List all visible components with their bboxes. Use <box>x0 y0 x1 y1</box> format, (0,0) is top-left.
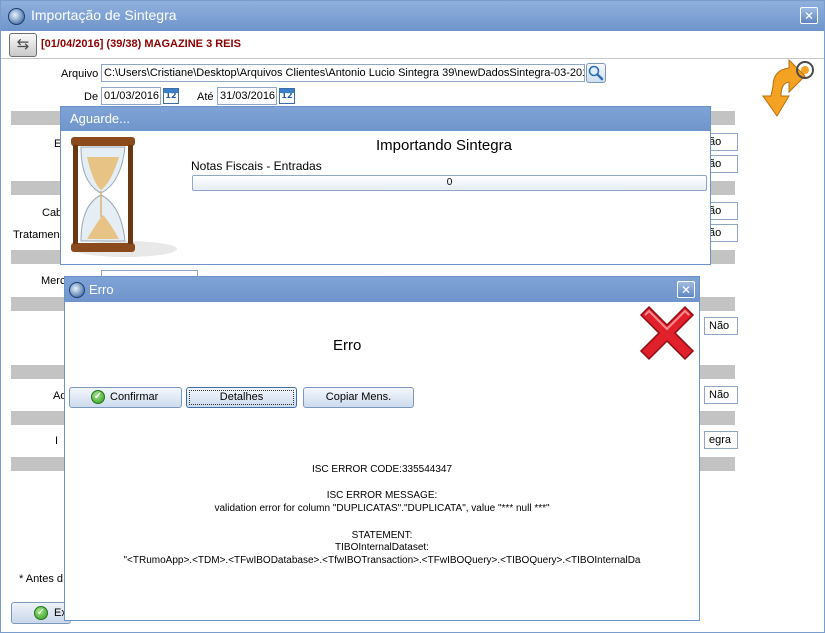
de-label: De <box>84 91 99 103</box>
partial-label: I <box>55 435 59 447</box>
header-row: ⇆ [01/04/2016] (39/38) MAGAZINE 3 REIS <box>1 31 824 59</box>
arquivo-label: Arquivo <box>61 68 99 80</box>
wait-titlebar: Aguarde... <box>61 107 710 131</box>
wait-title: Aguarde... <box>70 111 130 126</box>
confirmar-button-label: Confirmar <box>110 391 159 403</box>
confirmar-button[interactable]: ✓ Confirmar <box>69 387 182 408</box>
search-icon <box>588 65 604 81</box>
ate-label: Até <box>197 91 214 103</box>
check-icon: ✓ <box>91 390 105 404</box>
calendar-icon[interactable]: 12 <box>279 88 295 104</box>
error-message-body: validation error for column "DUPLICATAS"… <box>214 503 550 514</box>
copiar-mens-button[interactable]: Copiar Mens. <box>303 387 414 408</box>
partial-label: * Antes d <box>19 573 64 585</box>
partial-label: Tratamen <box>13 229 60 241</box>
hourglass-icon <box>71 137 177 257</box>
statement-title: STATEMENT: <box>351 530 413 541</box>
close-button[interactable]: ✕ <box>800 7 818 24</box>
check-icon: ✓ <box>34 606 48 620</box>
wait-heading: Importando Sintegra <box>376 137 512 154</box>
main-titlebar: Importação de Sintegra ✕ <box>1 1 824 31</box>
side-select[interactable]: Não <box>704 386 738 404</box>
red-x-icon <box>639 305 695 361</box>
app-icon <box>69 282 85 298</box>
error-close-button[interactable]: ✕ <box>677 281 695 298</box>
error-code: ISC ERROR CODE:335544347 <box>311 464 453 475</box>
error-dialog: Erro ✕ Erro ✓ Confirmar Detalhes Copiar … <box>64 276 700 621</box>
detalhes-button[interactable]: Detalhes <box>186 387 297 408</box>
error-heading: Erro <box>333 337 362 354</box>
statement-chain: "<TRumoApp>.<TDM>.<TFwIBODatabase>.<TfwI… <box>123 555 641 566</box>
window-title: Importação de Sintegra <box>31 7 177 23</box>
search-button[interactable] <box>586 63 606 83</box>
side-select[interactable]: egra <box>704 431 738 449</box>
error-title: Erro <box>89 282 114 297</box>
company-header: [01/04/2016] (39/38) MAGAZINE 3 REIS <box>41 38 241 50</box>
app-icon <box>8 8 25 25</box>
arquivo-input[interactable]: C:\Users\Cristiane\Desktop\Arquivos Clie… <box>101 64 585 82</box>
wait-dialog: Aguarde... Importando Sintegra Notas Fis… <box>60 106 711 265</box>
error-message-title: ISC ERROR MESSAGE: <box>326 490 438 501</box>
error-titlebar: Erro ✕ <box>65 277 699 302</box>
import-arrow-icon <box>762 58 814 117</box>
execute-button[interactable]: ✓ Ex <box>11 602 71 624</box>
calendar-icon[interactable]: 12 <box>163 88 179 104</box>
statement-object: TIBOInternalDataset: <box>335 542 429 553</box>
partial-label: Merc <box>41 275 66 287</box>
swap-arrows-icon[interactable]: ⇆ <box>9 33 37 57</box>
ate-date-input[interactable]: 31/03/2016 <box>217 87 277 105</box>
wait-subtext: Notas Fiscais - Entradas <box>191 159 322 173</box>
side-select[interactable]: Não <box>704 317 738 335</box>
progress-bar: 0 <box>192 175 707 191</box>
de-date-input[interactable]: 01/03/2016 <box>101 87 161 105</box>
